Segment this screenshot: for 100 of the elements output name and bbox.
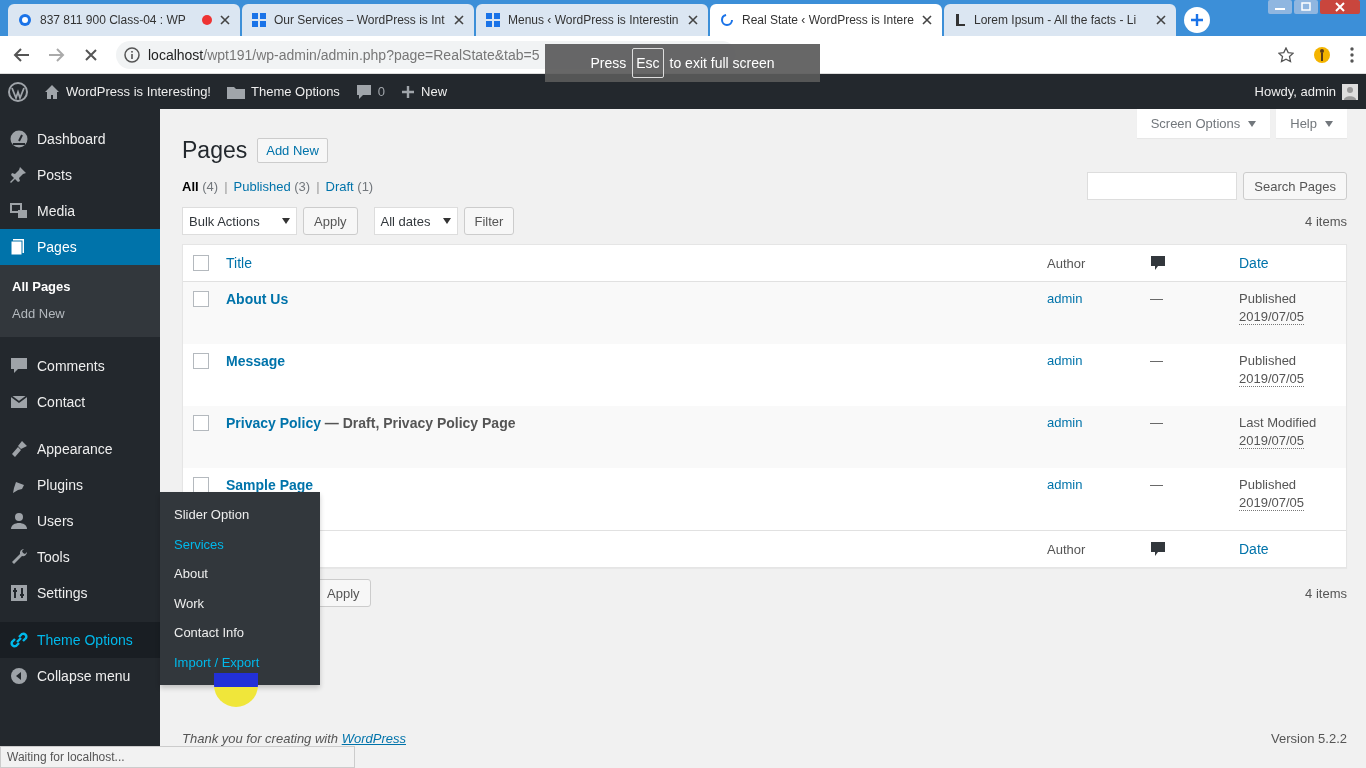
post-date: 2019/07/05 xyxy=(1239,433,1305,449)
checkbox[interactable] xyxy=(193,415,209,431)
menu-item[interactable]: Appearance xyxy=(0,431,160,467)
loading-icon xyxy=(720,13,734,27)
comment-count: — xyxy=(1150,353,1163,368)
item-count: 4 items xyxy=(1305,585,1347,601)
filter-link[interactable]: Published (3) xyxy=(233,178,311,194)
help-button[interactable]: Help xyxy=(1276,109,1347,138)
menu-item[interactable]: Theme Options xyxy=(0,622,160,658)
checkbox[interactable] xyxy=(193,291,209,307)
page-title-link[interactable]: About Us xyxy=(226,291,289,307)
close-icon[interactable] xyxy=(1320,0,1360,14)
grid-icon xyxy=(486,13,500,27)
comment-icon xyxy=(355,83,372,100)
wordpress-link[interactable]: WordPress xyxy=(341,731,406,746)
site-link[interactable]: WordPress is Interesting! xyxy=(44,83,211,100)
menu-item[interactable]: Media xyxy=(0,193,160,229)
close-icon[interactable] xyxy=(454,15,464,25)
menu-item[interactable]: Collapse menu xyxy=(0,658,160,694)
browser-tab[interactable]: Real State ‹ WordPress is Intere xyxy=(710,4,942,36)
plus-icon xyxy=(1190,13,1204,27)
author-link[interactable]: admin xyxy=(1047,415,1083,430)
menu-item[interactable]: Users xyxy=(0,503,160,539)
flyout-item[interactable]: Contact Info xyxy=(160,618,320,648)
browser-tab[interactable]: Menus ‹ WordPress is Interestin xyxy=(476,4,708,36)
status-text: Waiting for localhost... xyxy=(0,746,355,768)
extension-icon[interactable] xyxy=(1314,44,1330,65)
submenu-item[interactable]: Add New xyxy=(0,300,160,327)
page-title-link[interactable]: Privacy Policy xyxy=(226,415,321,431)
checkbox[interactable] xyxy=(193,255,209,271)
footer-text: Thank you for creating with WordPress xyxy=(182,731,406,746)
account-link[interactable]: Howdy, admin xyxy=(1254,83,1358,100)
column-header[interactable]: Date xyxy=(1239,255,1269,271)
search-field[interactable] xyxy=(1087,172,1238,200)
add-new-button[interactable]: Add New xyxy=(257,137,328,163)
avatar-icon xyxy=(1342,83,1358,100)
browser-tab[interactable]: 837 811 900 Class-04 : WP xyxy=(8,4,240,36)
dashboard-icon xyxy=(10,130,28,148)
close-icon[interactable] xyxy=(1156,15,1166,25)
menu-item[interactable]: Settings xyxy=(0,575,160,611)
version-text: Version 5.2.2 xyxy=(1271,731,1347,746)
star-icon[interactable] xyxy=(1278,46,1294,63)
new-link[interactable]: New xyxy=(401,84,448,99)
author-link[interactable]: admin xyxy=(1047,477,1083,492)
author-link[interactable]: admin xyxy=(1047,291,1083,306)
media-icon xyxy=(10,202,28,220)
comments-link[interactable]: 0 xyxy=(355,83,386,100)
menu-item[interactable]: Contact xyxy=(0,384,160,420)
date-filter-dropdown[interactable]: All dates xyxy=(373,207,458,235)
wrench-icon xyxy=(10,548,28,566)
menu-item[interactable]: Plugins xyxy=(0,467,160,503)
page-title-link[interactable]: Sample Page xyxy=(226,477,314,493)
collapse-icon xyxy=(10,667,28,685)
back-icon[interactable] xyxy=(12,46,30,63)
url-text: localhost/wpt191/wp-admin/admin.php?page=RealState&tab=5 xyxy=(148,46,540,63)
cursor-highlight xyxy=(214,673,258,707)
browser-tab[interactable]: Lorem Ipsum - All the facts - Li xyxy=(944,4,1176,36)
user-icon xyxy=(10,512,28,530)
pin-icon xyxy=(10,166,28,184)
checkbox[interactable] xyxy=(193,477,209,493)
menu-icon[interactable] xyxy=(1350,46,1354,63)
comment-icon xyxy=(1150,541,1166,557)
page-title-link[interactable]: Message xyxy=(226,353,286,369)
flyout-item[interactable]: Import / Export xyxy=(160,647,320,677)
menu-item[interactable]: Tools xyxy=(0,539,160,575)
separator: | xyxy=(316,178,320,194)
bulk-actions-dropdown[interactable]: Bulk Actions xyxy=(182,207,297,235)
post-status: Published xyxy=(1239,291,1297,306)
apply-button[interactable]: Apply xyxy=(303,207,358,235)
filter-link[interactable]: All (4) xyxy=(182,178,219,194)
post-status: Last Modified xyxy=(1239,415,1317,430)
letter-l-icon xyxy=(954,13,966,27)
browser-tab[interactable]: Our Services – WordPress is Int xyxy=(242,4,474,36)
menu-item[interactable]: Posts xyxy=(0,157,160,193)
column-header[interactable]: Title xyxy=(226,255,252,271)
wordpress-logo-icon[interactable] xyxy=(8,81,28,102)
menu-item[interactable]: Dashboard xyxy=(0,121,160,157)
checkbox[interactable] xyxy=(193,353,209,369)
filter-button[interactable]: Filter xyxy=(463,207,515,235)
circle-icon xyxy=(18,13,32,27)
link-icon xyxy=(10,631,28,649)
close-icon[interactable] xyxy=(922,15,932,25)
new-tab-button[interactable] xyxy=(1184,7,1210,33)
author-link[interactable]: admin xyxy=(1047,353,1083,368)
flyout-item[interactable]: Services xyxy=(160,529,320,559)
close-icon[interactable] xyxy=(688,15,698,25)
close-icon[interactable] xyxy=(220,15,230,25)
column-header[interactable]: Date xyxy=(1239,541,1269,557)
theme-options-link[interactable]: Theme Options xyxy=(227,84,340,99)
stop-icon[interactable] xyxy=(84,47,98,62)
post-date: 2019/07/05 xyxy=(1239,371,1305,387)
menu-item[interactable]: Pages xyxy=(0,229,160,265)
caret-icon xyxy=(1248,120,1257,127)
screen-options-button[interactable]: Screen Options xyxy=(1136,109,1271,138)
menu-item[interactable]: Comments xyxy=(0,348,160,384)
filter-link[interactable]: Draft (1) xyxy=(325,178,374,194)
search-button[interactable]: Search Pages xyxy=(1243,172,1347,200)
comment-count: — xyxy=(1150,477,1163,492)
flyout-item[interactable]: Slider Option xyxy=(160,500,320,530)
submenu-item[interactable]: All Pages xyxy=(0,273,160,300)
